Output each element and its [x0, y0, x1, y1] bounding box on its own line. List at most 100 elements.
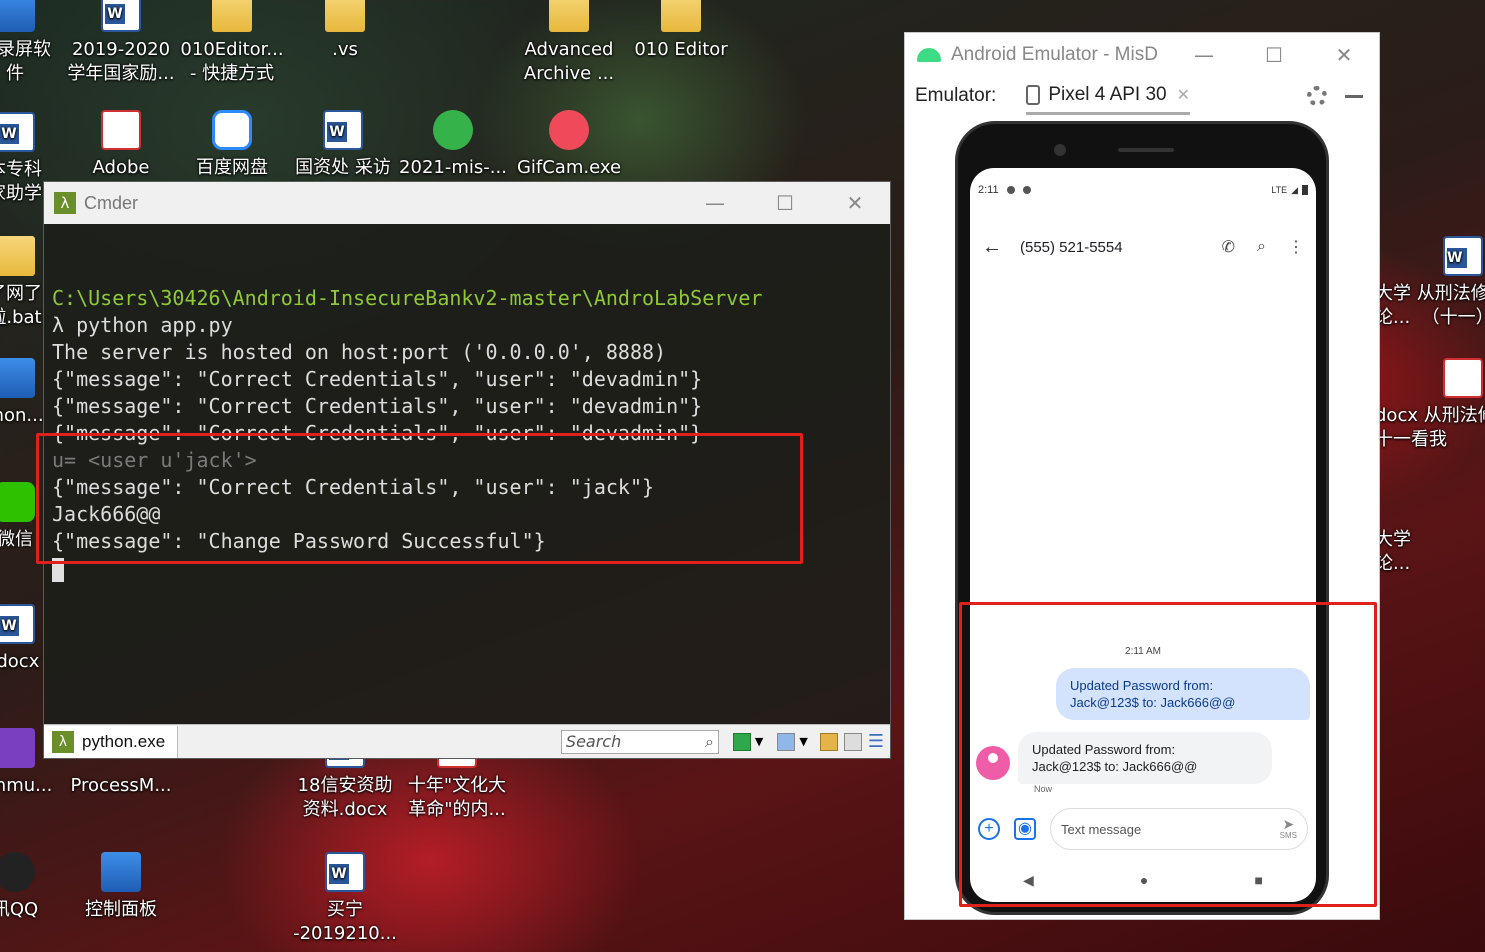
search-icon[interactable]: ⌕ [705, 732, 714, 752]
console-path-line: C:\Users\30426\Android-InsecureBankv2-ma… [52, 286, 763, 310]
desktop-icon-label: 大学 从刑法修 论... （十一） [1375, 283, 1485, 328]
desktop-icon-label: Advanced Archive ... [523, 39, 615, 84]
desktop-icon[interactable]: docx 从刑法修 十一看我 [1375, 358, 1485, 452]
device-tab[interactable]: Pixel 4 API 30 ✕ [1026, 77, 1191, 115]
gear-icon[interactable] [1307, 86, 1327, 106]
chevron-down-icon[interactable]: ▼ [755, 735, 763, 748]
windows-icon [0, 358, 35, 398]
shield-icon [1022, 186, 1031, 194]
more-vert-icon[interactable]: ⋮ [1288, 237, 1304, 257]
emulator-toolbar: Emulator: Pixel 4 API 30 ✕ [905, 77, 1379, 115]
layout-icon[interactable] [777, 732, 796, 751]
desktop-icon[interactable]: Advanced Archive ... [514, 0, 624, 86]
speaker-grille [1118, 148, 1174, 152]
word-doc-icon [325, 852, 365, 892]
settings-notification-icon [1006, 186, 1015, 194]
maximize-button[interactable]: ☐ [1239, 43, 1309, 67]
desktop-icon-label: 了网了 啦.bat [0, 283, 42, 328]
emulator-label: Emulator: [915, 85, 997, 106]
device-tab-label: Pixel 4 API 30 [1048, 83, 1167, 105]
folder-icon [549, 0, 589, 32]
desktop-icon-label: .vs [332, 39, 358, 60]
console-line: The server is hosted on host:port ('0.0.… [52, 340, 667, 364]
menu-icon[interactable]: ☰ [868, 731, 884, 752]
android-icon [917, 48, 941, 62]
desktop-icon-label: 2019-2020 学年国家励... [67, 39, 175, 84]
desktop-icon[interactable]: 大学 论... [1375, 528, 1485, 576]
desktop-icon-label: 18信安资助 资料.docx [297, 775, 393, 820]
desktop-icon-label: 讯QQ [0, 899, 39, 920]
chevron-down-icon[interactable]: ▼ [799, 735, 807, 748]
front-camera [1054, 144, 1066, 156]
desktop-icon[interactable]: 控制面板 [66, 852, 176, 922]
signal-icon: ◢ [1291, 184, 1298, 195]
pdf-icon [101, 110, 141, 150]
desktop-icon[interactable]: GifCam.exe [514, 110, 624, 180]
desktop-icon-label: GifCam.exe [516, 157, 622, 178]
desktop-icon-label: 010Editor... - 快捷方式 [180, 39, 284, 84]
split-icon[interactable] [843, 732, 862, 751]
desktop-icon[interactable]: .vs [290, 0, 400, 62]
close-button[interactable]: ✕ [1309, 43, 1379, 67]
status-bar: 2:11 LTE ◢ [970, 168, 1316, 212]
desktop-icon[interactable]: 010 Editor [626, 0, 736, 62]
phone-call-icon[interactable]: ✆ [1222, 237, 1235, 257]
desktop-icon[interactable]: 讯QQ [0, 852, 70, 922]
console-line: {"message": "Correct Credentials", "user… [52, 394, 703, 418]
desktop-icon-label: 本专科 家助学 [0, 159, 42, 204]
desktop-icon[interactable]: 010Editor... - 快捷方式 [177, 0, 287, 86]
console-line: {"message": "Correct Credentials", "user… [52, 367, 703, 391]
search-placeholder: Search [565, 732, 622, 751]
search-input[interactable]: Search ⌕ [560, 729, 719, 754]
desktop-icon-label: 大学 论... [1375, 529, 1411, 574]
lambda-icon: λ [52, 730, 74, 753]
desktop-icon-label: 猝录屏软 件 [0, 39, 51, 84]
back-arrow-icon[interactable]: ← [982, 236, 1002, 259]
phone-icon [1026, 84, 1041, 105]
desktop-icon[interactable]: 猝录屏软 件 [0, 0, 70, 86]
vs-icon [0, 728, 35, 768]
desktop-icon-label: ommu... [0, 775, 53, 796]
minimize-panel-icon[interactable] [1345, 94, 1363, 98]
desktop-icon-label: 百度网盘 [196, 157, 268, 178]
word-doc-icon [0, 604, 35, 644]
qq-icon [0, 852, 35, 892]
battery-icon [1302, 185, 1308, 195]
console-tab[interactable]: λ python.exe [44, 725, 179, 758]
cmder-statusbar: λ python.exe Search ⌕ ▼ ▼ ☰ [44, 724, 890, 758]
camera-icon [549, 110, 589, 150]
desktop-icon[interactable]: 2019-2020 学年国家励... [66, 0, 176, 86]
status-time: 2:11 [978, 184, 999, 196]
new-console-icon[interactable] [732, 732, 751, 751]
contact-name: (555) 521-5554 [1020, 238, 1123, 256]
minimize-button[interactable]: — [1169, 43, 1239, 67]
shortcut-icon [212, 0, 252, 32]
lambda-icon: λ [54, 192, 76, 214]
search-icon[interactable]: ⌕ [1257, 238, 1266, 256]
emulator-titlebar[interactable]: Android Emulator - MisD — ☐ ✕ [905, 33, 1379, 77]
cmder-titlebar[interactable]: λ Cmder — ☐ ✕ [44, 182, 890, 224]
check-icon [433, 110, 473, 150]
window-title: Cmder [84, 192, 139, 213]
desktop-icon-label: 十年"文化大 革命"的内... [407, 775, 507, 820]
desktop-icon-label: mon... [0, 405, 44, 426]
desktop-icon[interactable]: 买宁 -2019210... [290, 852, 400, 946]
desktop-icon[interactable]: 百度网盘 [177, 110, 287, 180]
window-title: Android Emulator - MisD [951, 44, 1158, 65]
minimize-button[interactable]: — [680, 191, 750, 215]
folder-icon [661, 0, 701, 32]
lock-icon[interactable] [819, 732, 838, 751]
app-icon [0, 0, 35, 32]
maximize-button[interactable]: ☐ [750, 191, 820, 215]
word-doc-icon [1443, 236, 1483, 276]
console-prompt-line: λ python app.py [52, 313, 233, 337]
close-button[interactable]: ✕ [820, 191, 890, 215]
desktop-icon-label: 010 Editor [634, 39, 728, 60]
desktop-icon[interactable]: 2021-mis-... [398, 110, 508, 180]
highlight-box-console [36, 433, 803, 564]
desktop-icon-label: ProcessM... [70, 775, 172, 796]
desktop-icon-label: .docx [0, 651, 40, 672]
close-tab-icon[interactable]: ✕ [1177, 85, 1190, 105]
desktop-icon-label: 控制面板 [85, 899, 157, 920]
desktop-icon[interactable]: 大学 从刑法修 论... （十一） [1375, 236, 1485, 330]
